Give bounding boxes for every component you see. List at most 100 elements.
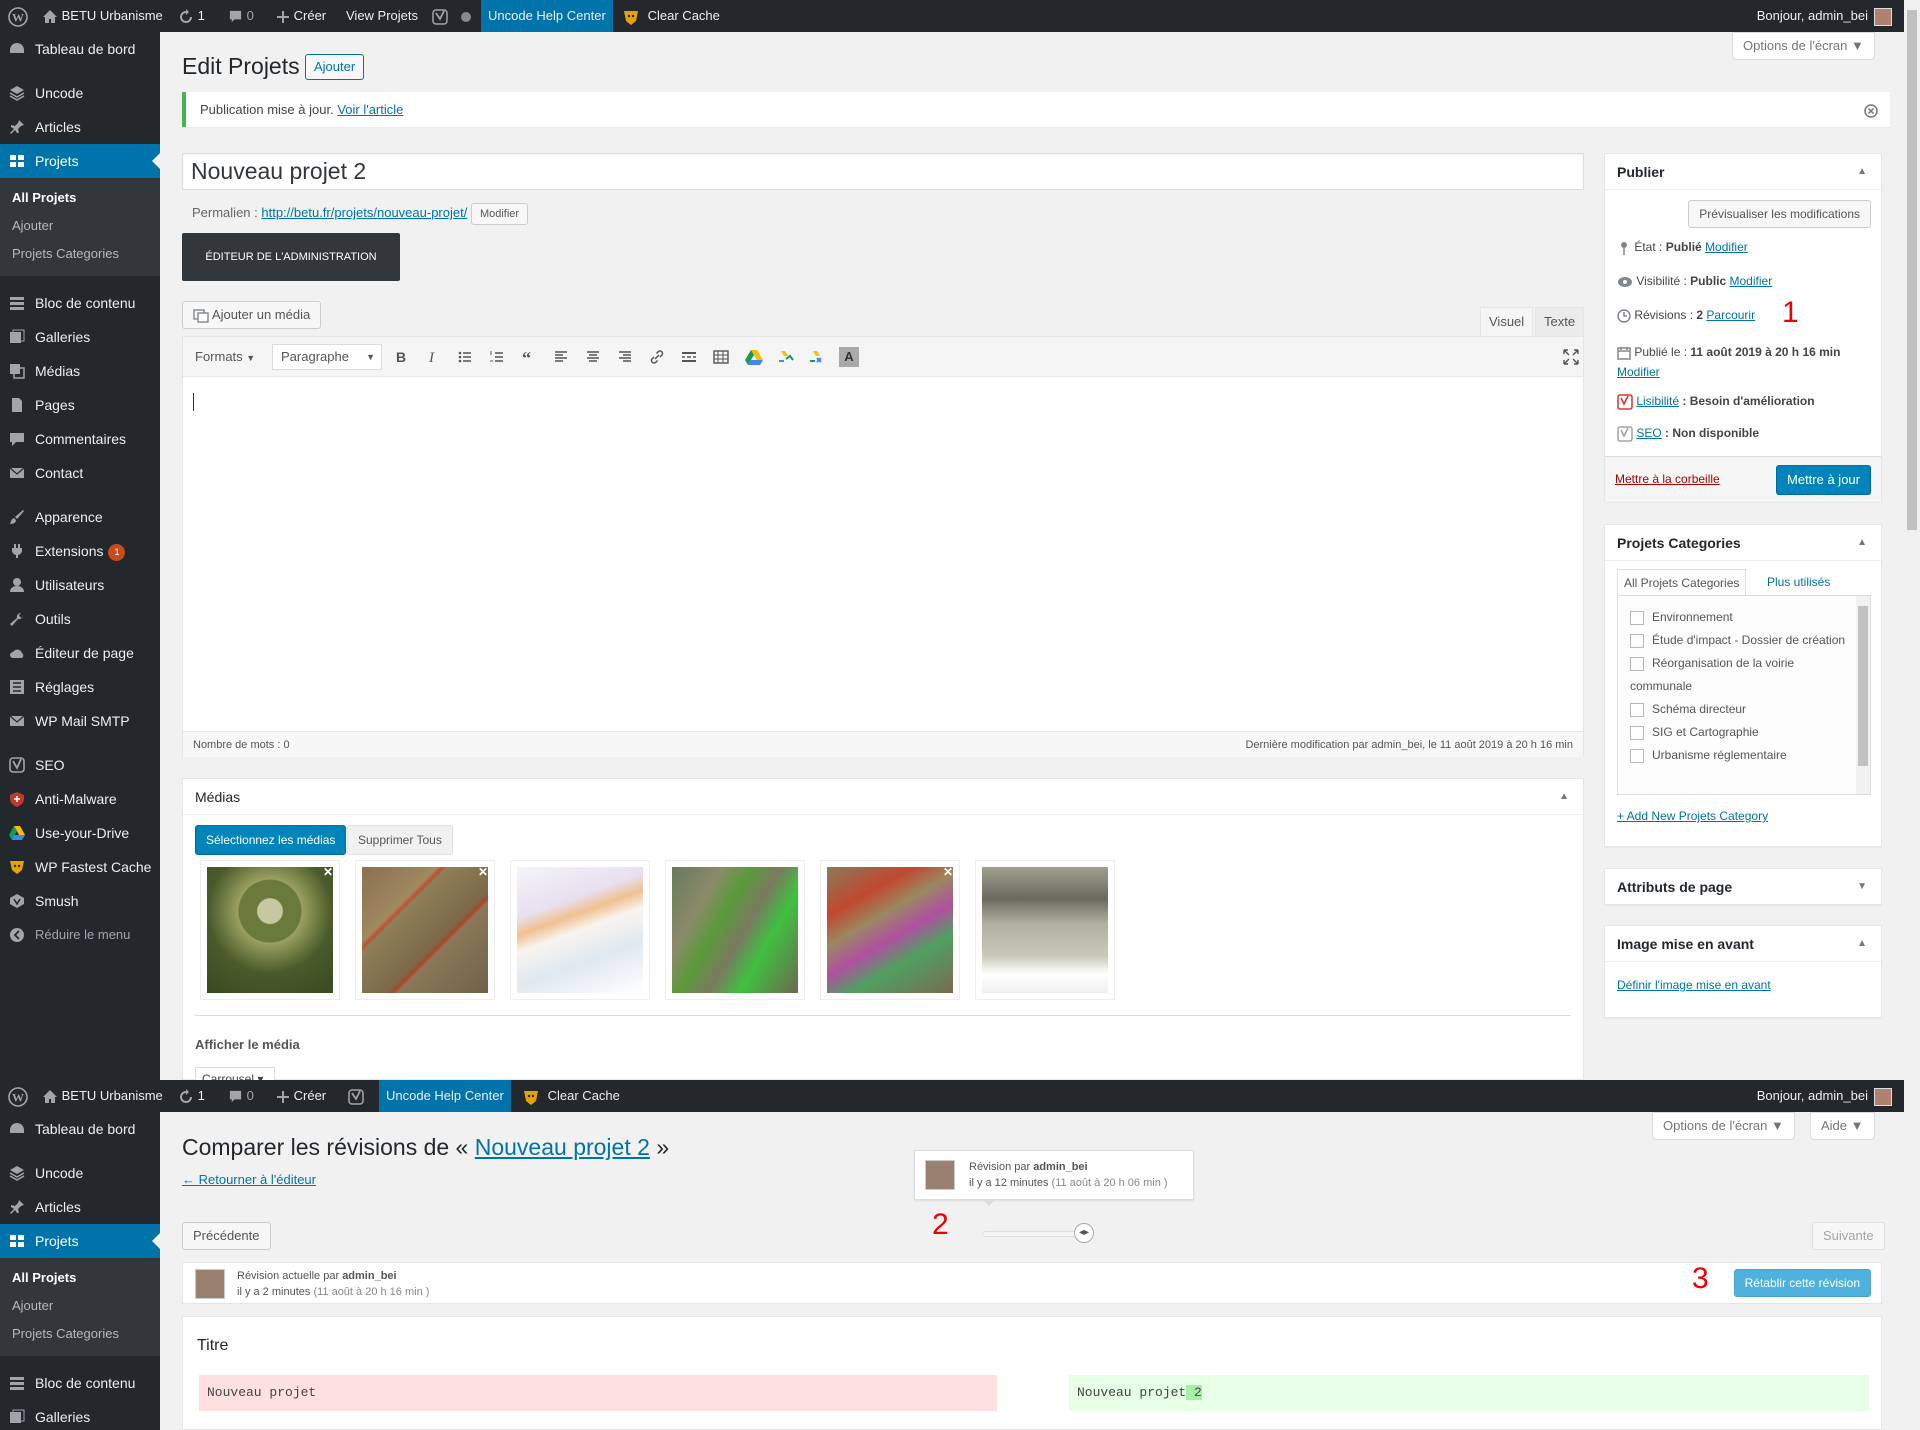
menu-item-portfolio[interactable]: Projets bbox=[0, 1224, 160, 1258]
submenu-item[interactable]: Ajouter bbox=[0, 212, 160, 240]
google-drive-icon[interactable] bbox=[745, 349, 763, 365]
fullscreen-icon[interactable] bbox=[1563, 349, 1579, 365]
menu-item-drive[interactable]: Use-your-Drive bbox=[0, 816, 160, 850]
screen-options-button[interactable]: Options de l'écran ▼ bbox=[1732, 32, 1875, 60]
add-media-button[interactable]: Ajouter un média bbox=[182, 301, 322, 329]
menu-item-page[interactable]: Pages bbox=[0, 388, 160, 422]
menu-item-blocks[interactable]: Bloc de contenu bbox=[0, 286, 160, 320]
uncode-help-center-link[interactable]: Uncode Help Center bbox=[379, 1080, 511, 1112]
category-checkbox[interactable] bbox=[1630, 656, 1644, 671]
category-checkbox[interactable] bbox=[1630, 725, 1644, 740]
menu-item-gallery[interactable]: Galleries bbox=[0, 1400, 160, 1430]
comments-link[interactable]: 0 bbox=[228, 0, 254, 32]
align-right-icon[interactable] bbox=[617, 349, 633, 365]
menu-item-smush[interactable]: Smush bbox=[0, 884, 160, 918]
view-post-link[interactable]: Voir l'article bbox=[337, 102, 403, 117]
status-edit-link[interactable]: Modifier bbox=[1705, 240, 1748, 254]
my-account[interactable]: Bonjour, admin_bei bbox=[1757, 0, 1892, 32]
backend-editor-button[interactable]: ÉDITEUR DE L'ADMINISTRATION bbox=[182, 233, 400, 281]
new-content-link[interactable]: Créer bbox=[276, 1080, 326, 1112]
remove-icon[interactable]: ✕ bbox=[323, 865, 333, 879]
drive-link-icon[interactable] bbox=[777, 349, 795, 365]
submenu-item[interactable]: All Projets bbox=[0, 1264, 160, 1292]
yoast-icon[interactable] bbox=[431, 0, 449, 32]
media-thumbnail[interactable]: ✕ bbox=[355, 860, 495, 1000]
drive-embed-icon[interactable] bbox=[809, 349, 827, 365]
submenu-item[interactable]: All Projets bbox=[0, 184, 160, 212]
publish-header[interactable]: Publier ▲ bbox=[1605, 154, 1881, 190]
medias-header[interactable]: Médias ▲ bbox=[183, 779, 1583, 815]
restore-revision-button[interactable]: Rétablir cette révision bbox=[1733, 1269, 1871, 1297]
permalink-url[interactable]: http://betu.fr/projets/nouveau-projet/ bbox=[261, 205, 467, 220]
select-medias-button[interactable]: Sélectionnez les médias bbox=[195, 825, 347, 855]
menu-item-yoast[interactable]: SEO bbox=[0, 748, 160, 782]
permalink-edit-button[interactable]: Modifier bbox=[470, 203, 529, 225]
media-thumbnail[interactable] bbox=[665, 860, 805, 1000]
wordpress-logo-icon[interactable]: W bbox=[8, 1080, 28, 1112]
clear-cache-link[interactable]: Clear Cache bbox=[522, 1080, 620, 1112]
link-icon[interactable] bbox=[649, 349, 665, 365]
page-scrollbar[interactable] bbox=[1904, 0, 1920, 1080]
menu-item-mail-send[interactable]: WP Mail SMTP bbox=[0, 704, 160, 738]
menu-item-layers[interactable]: Uncode bbox=[0, 76, 160, 110]
formats-dropdown[interactable]: Formats ▼ bbox=[195, 349, 255, 364]
category-checkbox-row[interactable]: Environnement bbox=[1630, 606, 1850, 629]
italic-icon[interactable]: I bbox=[425, 349, 441, 365]
bullet-list-icon[interactable] bbox=[457, 349, 473, 365]
menu-item-layers[interactable]: Uncode bbox=[0, 1156, 160, 1190]
menu-item-comment[interactable]: Commentaires bbox=[0, 422, 160, 456]
submenu-item[interactable]: Projets Categories bbox=[0, 240, 160, 268]
menu-item-media[interactable]: Médias bbox=[0, 354, 160, 388]
delete-all-button[interactable]: Supprimer Tous bbox=[347, 825, 453, 855]
category-checkbox-row[interactable]: Schéma directeur bbox=[1630, 698, 1850, 721]
dismiss-icon[interactable] bbox=[1864, 92, 1878, 127]
wordpress-logo-icon[interactable]: W bbox=[8, 0, 28, 32]
menu-item-pin[interactable]: Articles bbox=[0, 110, 160, 144]
page-scrollbar-thumb[interactable] bbox=[1907, 10, 1917, 530]
menu-item-brush[interactable]: Apparence bbox=[0, 500, 160, 534]
comments-link[interactable]: 0 bbox=[228, 1080, 254, 1112]
category-checkbox[interactable] bbox=[1630, 633, 1644, 648]
toggle-down-icon[interactable]: ▼ bbox=[1857, 869, 1867, 905]
preview-changes-button[interactable]: Prévisualiser les modifications bbox=[1688, 200, 1871, 228]
category-checkbox[interactable] bbox=[1630, 610, 1644, 625]
my-account[interactable]: Bonjour, admin_bei bbox=[1757, 1080, 1892, 1112]
align-left-icon[interactable] bbox=[553, 349, 569, 365]
browse-revisions-link[interactable]: Parcourir bbox=[1706, 308, 1755, 322]
menu-item-mail[interactable]: Contact bbox=[0, 456, 160, 490]
yoast-icon[interactable] bbox=[347, 1080, 365, 1112]
bold-icon[interactable]: B bbox=[393, 349, 409, 365]
collapse-menu[interactable]: Réduire le menu bbox=[0, 918, 160, 952]
toggle-up-icon[interactable]: ▲ bbox=[1559, 779, 1569, 815]
site-name-link[interactable]: BETU Urbanisme bbox=[42, 1080, 163, 1112]
revision-slider-track[interactable] bbox=[982, 1231, 1082, 1237]
page-attributes-header[interactable]: Attributs de page ▼ bbox=[1605, 869, 1881, 905]
post-title-link[interactable]: Nouveau projet 2 bbox=[475, 1134, 650, 1160]
media-thumbnail[interactable]: ✕ bbox=[820, 860, 960, 1000]
uncode-help-center-link[interactable]: Uncode Help Center bbox=[481, 0, 613, 32]
menu-item-wrench[interactable]: Outils bbox=[0, 602, 160, 636]
toolbar-toggle-icon[interactable] bbox=[713, 349, 729, 365]
readability-link[interactable]: Lisibilité bbox=[1636, 394, 1679, 408]
menu-item-dashboard[interactable]: Tableau de bord bbox=[0, 32, 160, 66]
category-checkbox-row[interactable]: Réorganisation de la voirie communale bbox=[1630, 652, 1850, 698]
category-checkbox[interactable] bbox=[1630, 748, 1644, 763]
revision-slider-handle[interactable]: ◂▸ bbox=[1074, 1223, 1094, 1243]
menu-item-cloud[interactable]: Éditeur de page bbox=[0, 636, 160, 670]
menu-item-shield[interactable]: Anti-Malware bbox=[0, 782, 160, 816]
blockquote-icon[interactable]: “ bbox=[521, 349, 537, 365]
menu-item-cheetah[interactable]: WP Fastest Cache bbox=[0, 850, 160, 884]
menu-item-pin[interactable]: Articles bbox=[0, 1190, 160, 1224]
category-checkbox-row[interactable]: SIG et Cartographie bbox=[1630, 721, 1850, 744]
next-button[interactable]: Suivante bbox=[1812, 1222, 1885, 1250]
remove-icon[interactable]: ✕ bbox=[943, 865, 953, 879]
toggle-up-icon[interactable]: ▲ bbox=[1857, 525, 1867, 561]
category-checkbox-row[interactable]: Urbanisme réglementaire bbox=[1630, 744, 1850, 767]
toggle-up-icon[interactable]: ▲ bbox=[1857, 926, 1867, 962]
tab-visual[interactable]: Visuel bbox=[1480, 307, 1534, 337]
submenu-item[interactable]: Projets Categories bbox=[0, 1320, 160, 1348]
read-more-icon[interactable] bbox=[681, 349, 697, 365]
tab-text[interactable]: Texte bbox=[1535, 307, 1585, 337]
menu-item-portfolio[interactable]: Projets bbox=[0, 144, 160, 178]
submenu-item[interactable]: Ajouter bbox=[0, 1292, 160, 1320]
